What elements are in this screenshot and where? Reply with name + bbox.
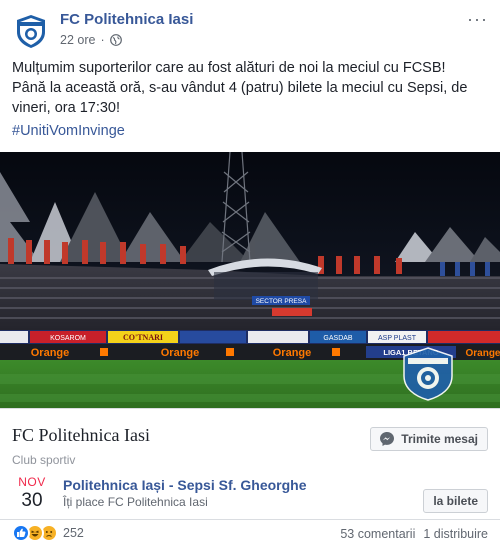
post-footer: 252 53 comentarii 1 distribuire <box>0 520 500 550</box>
post-text: Mulțumim suporterilor care au fost alătu… <box>12 58 488 118</box>
comments-count-link[interactable]: 53 comentarii <box>340 527 415 541</box>
event-card: FC Politehnica Iasi Club sportiv Trimite… <box>0 408 500 520</box>
event-month: NOV <box>18 475 46 489</box>
send-message-button[interactable]: Trimite mesaj <box>370 427 488 451</box>
event-day: 30 <box>21 490 43 511</box>
event-date: NOV 30 <box>12 475 52 512</box>
tickets-button[interactable]: la bilete <box>423 489 488 513</box>
shares-count-link[interactable]: 1 distribuire <box>423 527 488 541</box>
reaction-count: 252 <box>63 526 84 540</box>
hashtag-link[interactable]: #UnitiVomInvinge <box>12 123 125 139</box>
banner-word: Orange <box>31 347 70 359</box>
event-title-link[interactable]: Politehnica Iași - Sepsi Sf. Gheorghe <box>63 477 307 493</box>
event-page-name[interactable]: FC Politehnica Iasi <box>12 425 150 446</box>
club-crest-icon[interactable] <box>12 12 50 50</box>
page-name-link[interactable]: FC Politehnica Iasi <box>60 11 193 28</box>
messenger-icon <box>379 431 395 447</box>
stadium-photo[interactable]: SECTOR PRESA KOSAROM CO'TNARI GASDAB ASP… <box>0 152 500 408</box>
engagement-counts: 53 comentarii 1 distribuire <box>340 527 488 541</box>
event-page-category: Club sportiv <box>12 453 76 467</box>
ad-board-text: ASP PLAST <box>378 335 417 342</box>
more-options-button[interactable]: ··· <box>467 10 488 28</box>
event-subtitle: Îți place FC Politehnica Iasi <box>63 495 208 509</box>
post-meta: 22 ore · <box>60 33 122 47</box>
banner-word: Orange <box>161 347 200 359</box>
meta-separator: · <box>100 33 105 47</box>
post-time[interactable]: 22 ore <box>60 33 95 47</box>
send-message-label: Trimite mesaj <box>401 432 478 446</box>
like-icon <box>12 524 30 542</box>
post-text-line: Mulțumim suporterilor care au fost alătu… <box>12 60 446 76</box>
banner-word: Orange <box>465 348 500 359</box>
stand-sign: SECTOR PRESA <box>256 298 307 305</box>
post-text-line: Până la această oră, s-au vândut 4 (patr… <box>12 80 468 116</box>
post-header: FC Politehnica Iasi 22 ore · ··· <box>0 0 500 55</box>
globe-icon <box>109 34 122 46</box>
ad-board-text: CO'TNARI <box>123 333 163 342</box>
ad-board-text: GASDAB <box>323 335 353 342</box>
banner-word: Orange <box>273 347 312 359</box>
reactions-summary[interactable]: 252 <box>12 524 84 542</box>
ad-board-text: KOSAROM <box>50 335 86 342</box>
